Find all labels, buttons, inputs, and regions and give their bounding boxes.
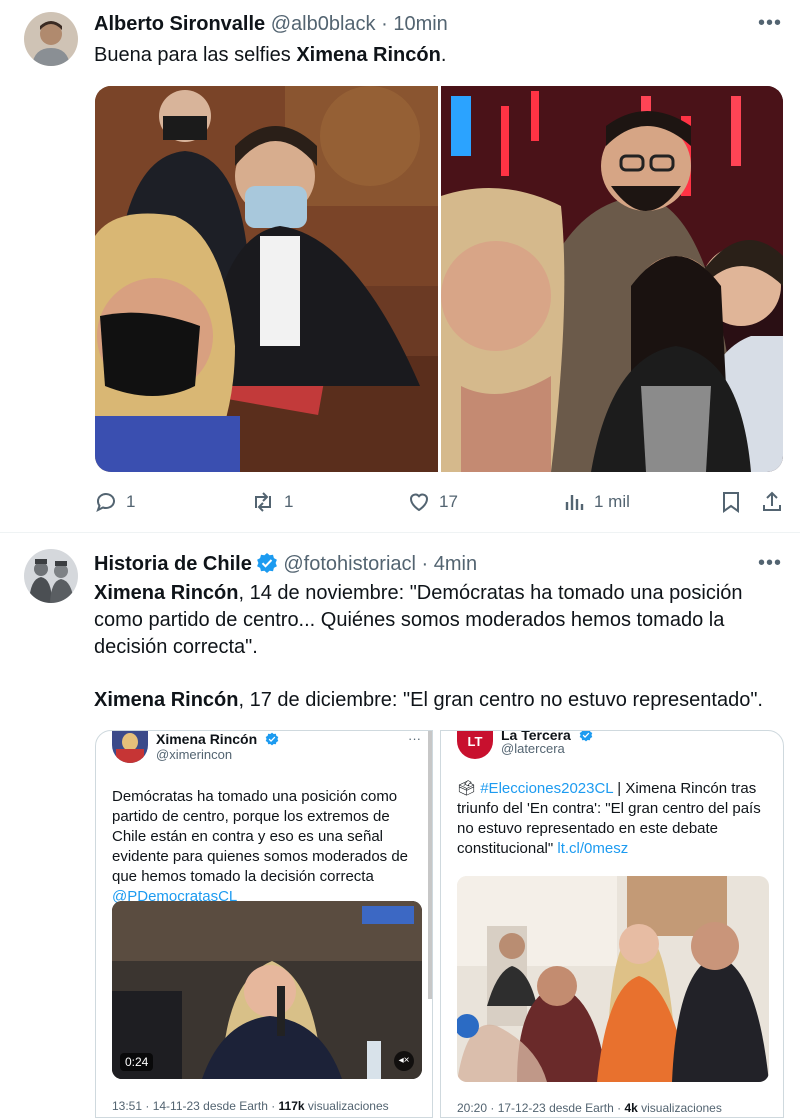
embedded-video: 0:24 ◂×: [112, 901, 422, 1079]
embedded-views-label: visualizaciones: [304, 1099, 389, 1113]
tweet-alberto[interactable]: Alberto Sironvalle @alb0black · 10min ••…: [0, 0, 800, 532]
embedded-handle: @ximerincon: [156, 747, 233, 762]
verified-badge-icon: [256, 553, 277, 573]
more-icon: ···: [408, 731, 421, 746]
photo-left[interactable]: [95, 86, 438, 472]
like-button[interactable]: 17: [407, 490, 458, 514]
author-handle[interactable]: @fotohistoriacl: [283, 553, 416, 575]
photo-right[interactable]: [441, 86, 783, 472]
more-icon[interactable]: •••: [758, 12, 782, 35]
heart-icon: [409, 493, 429, 512]
avatar-initials: LT: [467, 734, 483, 749]
retweet-count: 1: [284, 492, 294, 511]
views-icon: [565, 495, 584, 510]
text-suffix: .: [440, 44, 447, 66]
embedded-views-count: 117k: [278, 1099, 305, 1113]
embedded-author-name: Ximena Rincón: [156, 731, 258, 747]
embedded-tweet-text: Demócratas ha tomado una posición como p…: [112, 787, 422, 907]
mute-icon: ◂×: [394, 1051, 414, 1071]
timestamp[interactable]: 4min: [434, 553, 477, 575]
separator: ·: [381, 13, 388, 35]
more-icon[interactable]: •••: [758, 552, 782, 575]
embedded-timestamp: 13:51 · 14-11-23 desde Earth ·: [112, 1099, 279, 1113]
views-count: 1 mil: [594, 492, 630, 511]
embedded-views-count: 4k: [624, 1101, 638, 1115]
text-bold-name[interactable]: Ximena Rincón: [94, 582, 238, 604]
url-link: lt.cl/0mesz: [557, 840, 629, 857]
embedded-views-label: visualizaciones: [637, 1101, 722, 1115]
embedded-tweet-screenshot-left[interactable]: Ximena Rincón @ximerincon ··· Demócratas…: [95, 730, 433, 1118]
like-count: 17: [439, 492, 458, 511]
author-handle[interactable]: @alb0black: [271, 13, 376, 35]
tweet-text-paragraph-1: Ximena Rincón, 14 de noviembre: "Demócra…: [94, 580, 784, 661]
text-bold-name[interactable]: Ximena Rincón: [94, 689, 238, 711]
embedded-footer: 20:20 · 17-12-23 desde Earth · 4k visual…: [457, 1101, 722, 1115]
timestamp[interactable]: 10min: [393, 13, 447, 35]
avatar[interactable]: [24, 549, 78, 603]
reply-count: 1: [126, 492, 136, 511]
embedded-tweet-text: 🗳 #Elecciones2023CL | Ximena Rincón tras…: [457, 779, 767, 859]
retweet-button[interactable]: 1: [250, 490, 293, 514]
bookmark-button[interactable]: [720, 490, 742, 514]
separator: ·: [421, 553, 429, 575]
text-bold-name[interactable]: Ximena Rincón: [296, 44, 440, 66]
retweet-icon: [255, 492, 271, 512]
embedded-handle: @latercera: [501, 741, 565, 756]
verified-badge-icon: [579, 731, 592, 742]
author-name[interactable]: Alberto Sironvalle: [94, 13, 265, 35]
text-plain: Buena para las selfies: [94, 44, 297, 66]
views-button[interactable]: 1 mil: [564, 490, 630, 514]
embedded-tweet-screenshot-right[interactable]: LT La Tercera @latercera 🗳 #Elecciones20…: [440, 730, 784, 1118]
verified-badge-icon: [265, 732, 279, 746]
embedded-footer: 13:51 · 14-11-23 desde Earth · 117k visu…: [112, 1099, 389, 1113]
reply-button[interactable]: 1: [94, 490, 135, 514]
text-plain: , 17 de diciembre: "El gran centro no es…: [238, 689, 763, 711]
tweet-text-paragraph-2: Ximena Rincón, 17 de diciembre: "El gran…: [94, 687, 794, 714]
reply-icon: [96, 493, 115, 512]
tweet-historia[interactable]: Historia de Chile @fotohistoriacl · 4min…: [0, 533, 800, 1118]
share-button[interactable]: [760, 490, 784, 514]
tweet-text: Buena para las selfies Ximena Rincón.: [94, 42, 774, 69]
ballot-box-icon: 🗳: [457, 780, 477, 797]
hashtag-link: #Elecciones2023CL: [480, 780, 614, 797]
embedded-text: Demócratas ha tomado una posición como p…: [112, 788, 409, 885]
scrollbar: [428, 731, 432, 999]
avatar[interactable]: [24, 12, 78, 66]
bookmark-icon: [723, 492, 739, 513]
share-icon: [763, 491, 781, 511]
avatar: [112, 731, 148, 763]
avatar: LT: [457, 731, 493, 759]
embedded-timestamp: 20:20 · 17-12-23 desde Earth ·: [457, 1101, 625, 1115]
embedded-photo: [457, 876, 769, 1082]
author-name[interactable]: Historia de Chile: [94, 553, 252, 575]
video-duration: 0:24: [120, 1053, 154, 1071]
